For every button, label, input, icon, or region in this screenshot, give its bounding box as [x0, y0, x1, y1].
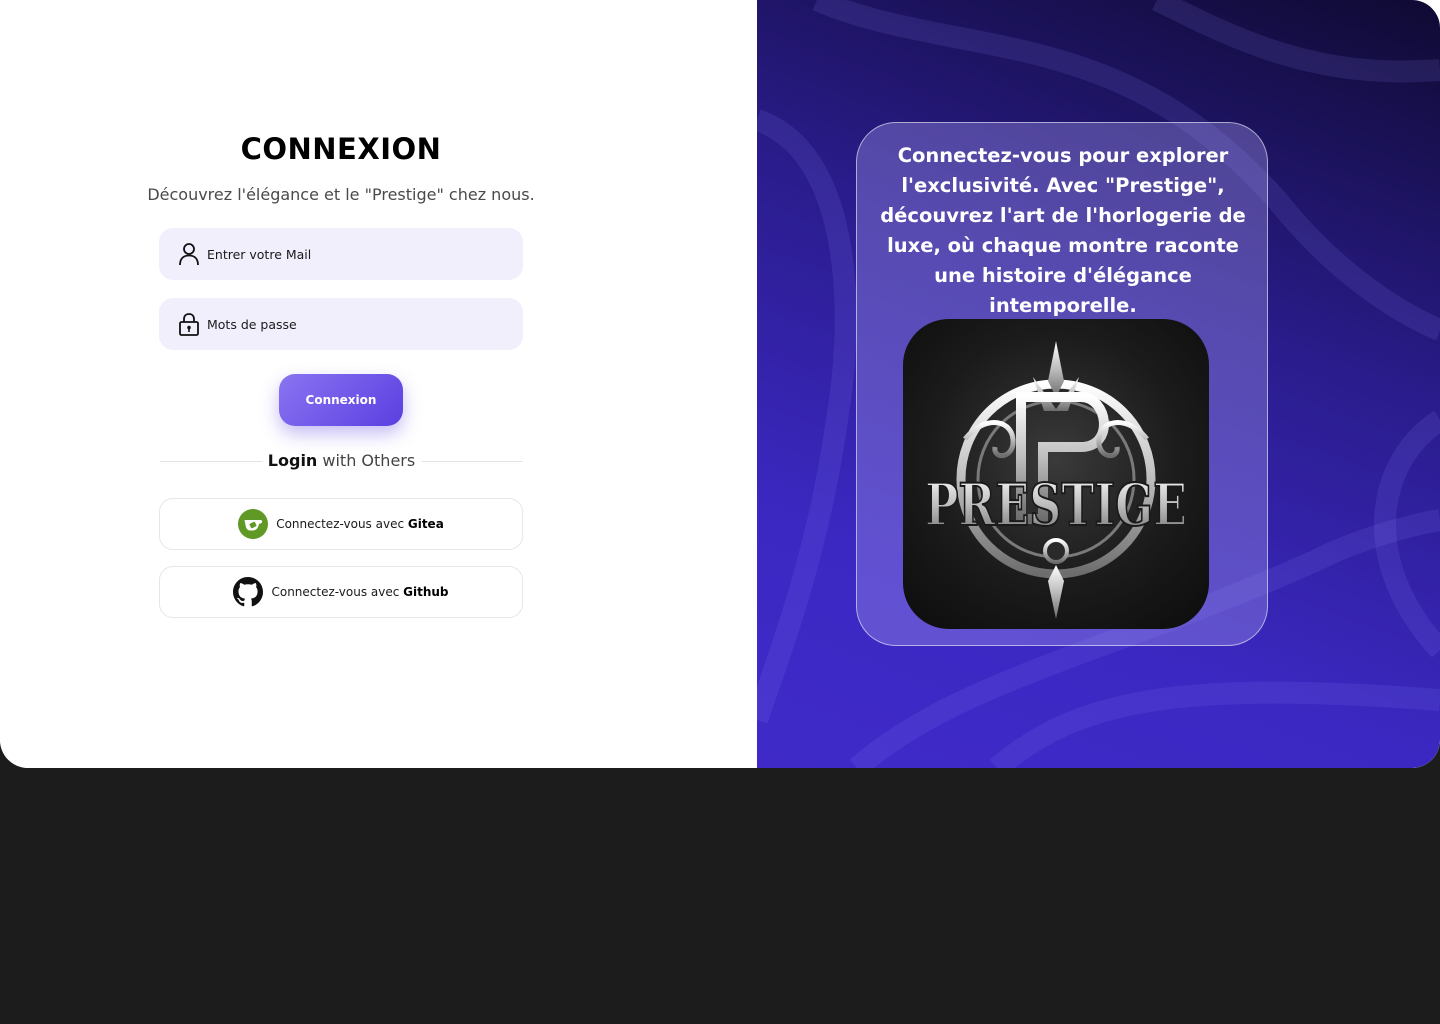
prestige-emblem-icon: PRESTIGE	[924, 341, 1188, 619]
gitea-icon	[238, 509, 269, 539]
user-icon	[177, 242, 201, 266]
github-login-label: Connectez-vous avec Github	[271, 585, 449, 599]
prestige-logo: PRESTIGE	[903, 319, 1209, 629]
social-divider: Login with Others	[160, 451, 523, 473]
prestige-logo-text: PRESTIGE	[925, 471, 1187, 539]
login-button[interactable]: Connexion	[279, 374, 403, 426]
password-input[interactable]	[207, 309, 507, 339]
gitea-login-label: Connectez-vous avec Gitea	[276, 517, 444, 531]
password-field	[159, 298, 523, 350]
divider-label: Login with Others	[261, 451, 422, 470]
page-subtitle: Découvrez l'élégance et le "Prestige" ch…	[147, 185, 535, 204]
github-login-button[interactable]: Connectez-vous avec Github	[159, 566, 523, 618]
promo-card: Connectez-vous pour explorer l'exclusivi…	[856, 122, 1268, 646]
lock-icon	[177, 312, 201, 336]
login-panel: CONNEXION Découvrez l'élégance et le "Pr…	[0, 0, 757, 768]
github-icon	[233, 577, 264, 607]
promo-text: Connectez-vous pour explorer l'exclusivi…	[880, 144, 1246, 317]
gitea-login-button[interactable]: Connectez-vous avec Gitea	[159, 498, 523, 550]
login-card: CONNEXION Découvrez l'élégance et le "Pr…	[0, 0, 1440, 768]
email-field	[159, 228, 523, 280]
promo-panel: Connectez-vous pour explorer l'exclusivi…	[757, 0, 1440, 768]
page-title: CONNEXION	[240, 132, 442, 166]
email-input[interactable]	[207, 239, 507, 269]
